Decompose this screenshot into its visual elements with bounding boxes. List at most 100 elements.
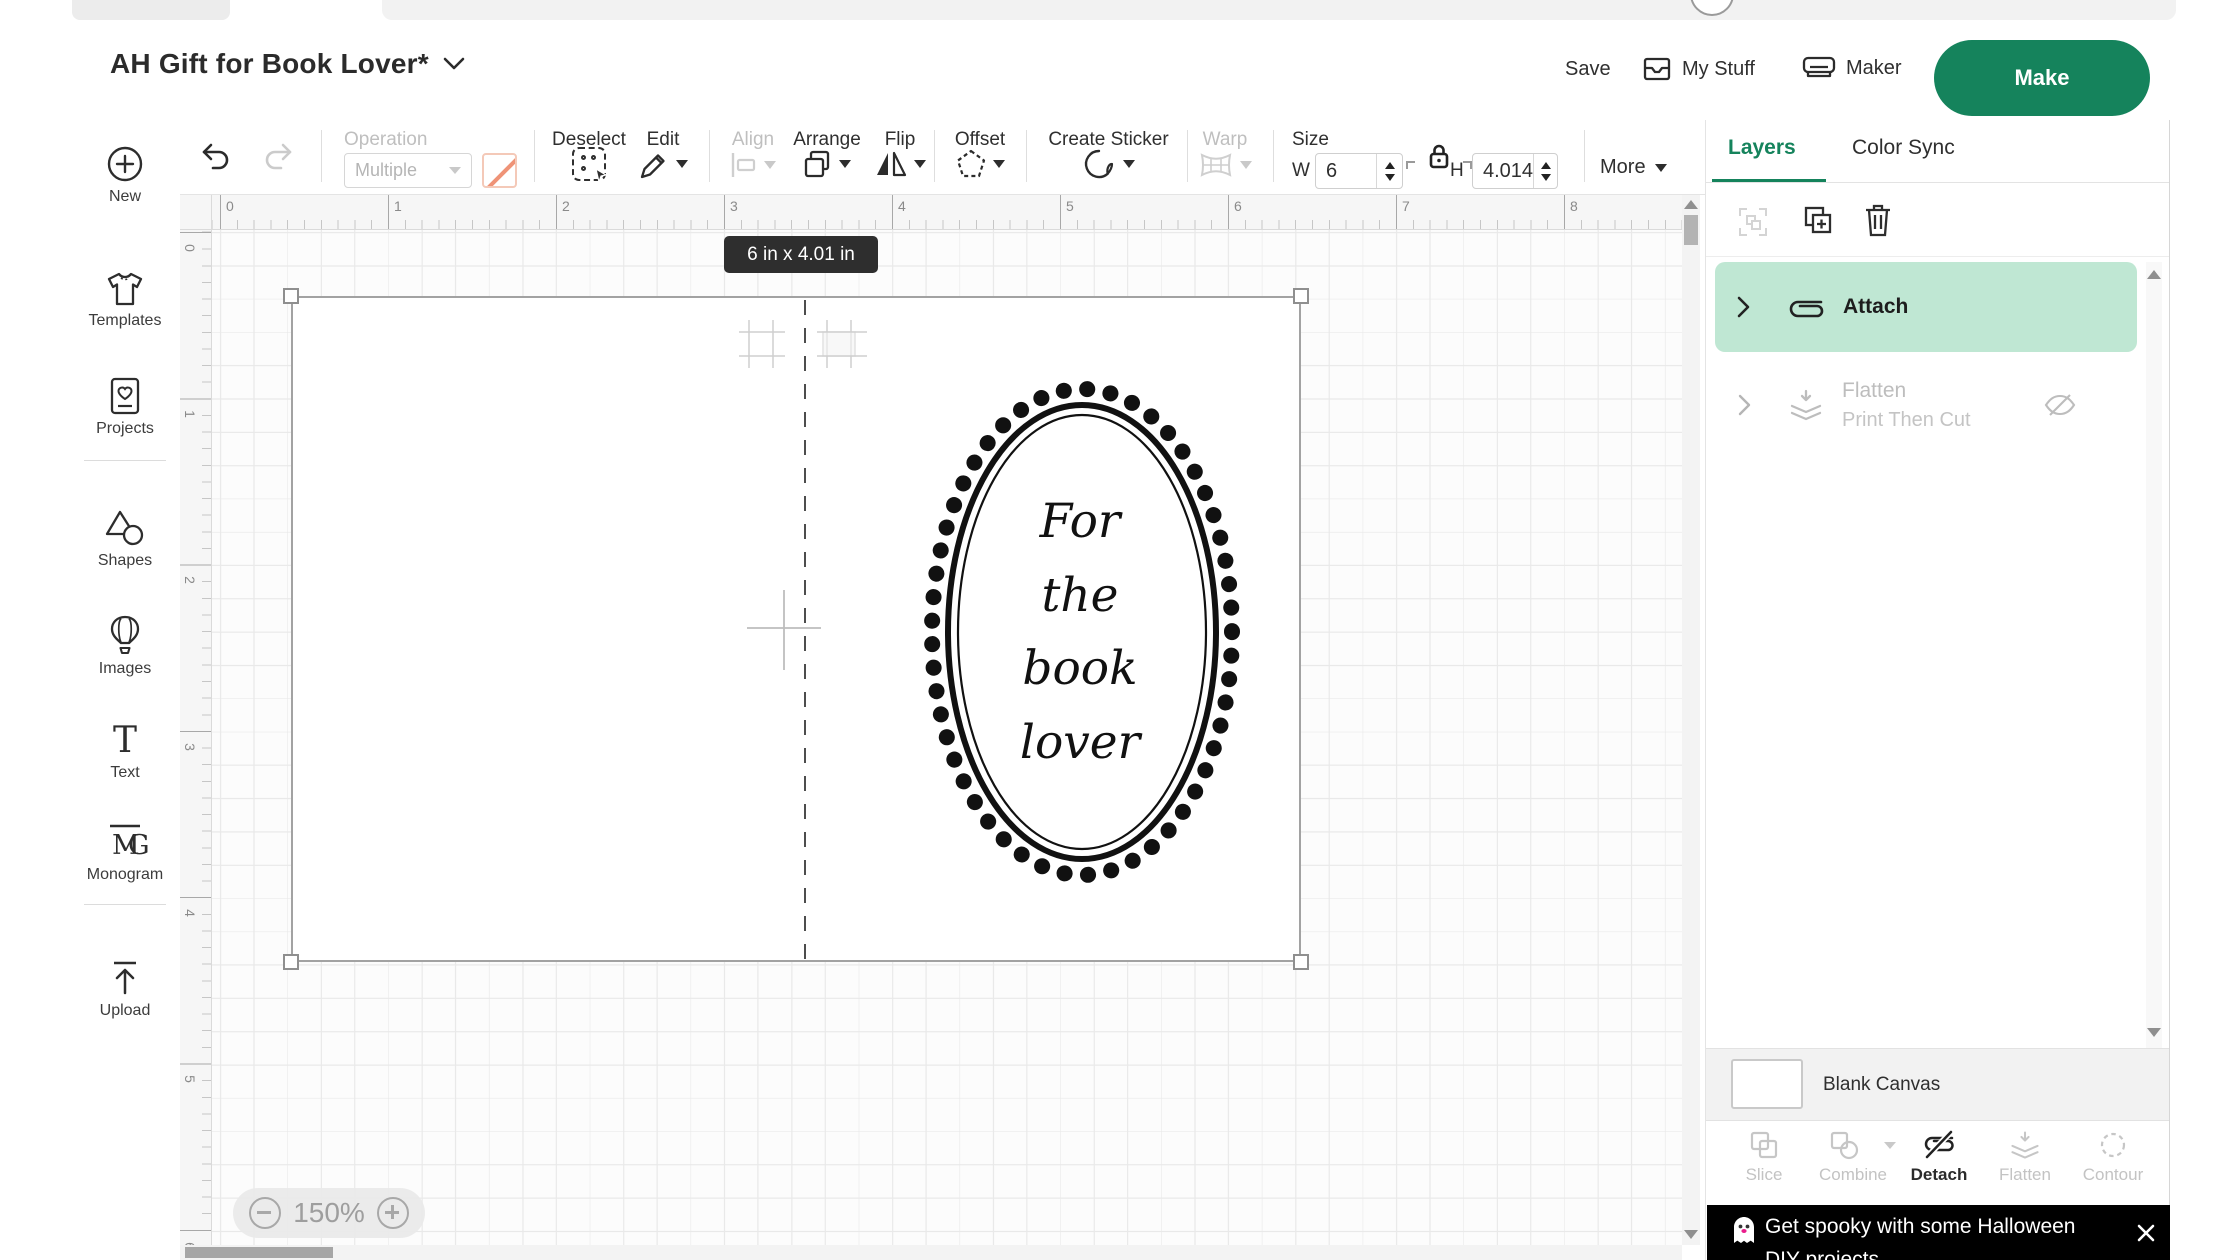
- zoom-in-button[interactable]: [376, 1197, 409, 1229]
- contour-button[interactable]: Contour: [2070, 1129, 2156, 1185]
- svg-text:G: G: [128, 830, 148, 861]
- canvas-horizontal-scrollbar[interactable]: [180, 1245, 1682, 1260]
- operation-select[interactable]: Multiple: [344, 153, 472, 188]
- oval-frame-design[interactable]: For the book lover: [915, 372, 1249, 892]
- operation-label: Operation: [344, 129, 428, 150]
- scroll-down-icon[interactable]: [1684, 1230, 1698, 1239]
- sidebar-item-new[interactable]: New: [70, 144, 180, 206]
- blank-canvas-label: Blank Canvas: [1823, 1074, 1941, 1095]
- selection-handle-bottom-left[interactable]: [283, 954, 299, 970]
- height-stepper[interactable]: [1533, 154, 1557, 188]
- layer-row-attach[interactable]: Attach: [1715, 262, 2137, 352]
- list-scroll-down-icon[interactable]: [2147, 1028, 2161, 1037]
- hidden-eye-icon[interactable]: [2043, 390, 2077, 420]
- create-sticker-button[interactable]: Create Sticker: [1036, 120, 1181, 181]
- page-title: AH Gift for Book Lover*: [110, 48, 429, 79]
- sidebar-item-templates[interactable]: Templates: [70, 270, 180, 330]
- browser-toolbar: [382, 0, 2176, 20]
- deselect-icon: [572, 147, 608, 184]
- toolbar-separator: [1187, 130, 1188, 182]
- layer-actions-bar: Slice Combine Detach Flatten Contour: [1706, 1120, 2169, 1205]
- close-icon[interactable]: [2136, 1223, 2156, 1243]
- chevron-down-icon: [764, 161, 776, 169]
- width-input[interactable]: 6: [1315, 153, 1403, 189]
- slice-icon: [1750, 1131, 1778, 1159]
- upload-icon: [114, 961, 136, 995]
- warp-icon: [1200, 153, 1232, 177]
- selection-handle-top-left[interactable]: [283, 288, 299, 304]
- align-button[interactable]: Align: [720, 120, 786, 178]
- make-button[interactable]: Make: [1934, 40, 2150, 116]
- sidebar-item-shapes[interactable]: Shapes: [70, 508, 180, 570]
- center-crosshair: [747, 590, 821, 670]
- edit-toolbar: Operation Multiple Deselect Edit Align A…: [180, 120, 1705, 195]
- size-tooltip: 6 in x 4.01 in: [724, 236, 878, 273]
- layer-row-flatten[interactable]: Flatten Print Then Cut: [1715, 362, 2137, 448]
- sidebar-item-upload[interactable]: Upload: [70, 958, 180, 1020]
- toolbar-separator: [1273, 130, 1274, 182]
- flatten-button[interactable]: Flatten: [1982, 1129, 2068, 1185]
- selection-handle-bottom-right[interactable]: [1293, 954, 1309, 970]
- chevron-right-icon[interactable]: [1737, 394, 1753, 416]
- app-window: AH Gift for Book Lover* Save My Stuff Ma…: [0, 0, 2240, 1260]
- browser-tab[interactable]: [72, 0, 230, 20]
- deselect-button[interactable]: Deselect: [544, 120, 634, 184]
- height-input[interactable]: 4.014: [1472, 153, 1558, 189]
- slice-button[interactable]: Slice: [1721, 1129, 1807, 1185]
- flip-button[interactable]: Flip: [870, 120, 930, 179]
- horizontal-scroll-thumb[interactable]: [185, 1247, 333, 1258]
- canvas-color-swatch[interactable]: [1731, 1059, 1803, 1109]
- redo-button[interactable]: [258, 142, 294, 172]
- group-select-icon[interactable]: [1736, 205, 1770, 239]
- selection-handle-top-right[interactable]: [1293, 288, 1309, 304]
- design-canvas[interactable]: For the book lover 6 in x 4.01 in 150%: [212, 230, 1682, 1245]
- left-sidebar: New Templates Projects Shapes Images T T…: [70, 120, 180, 1260]
- promo-banner[interactable]: Get spooky with some Halloween DIY proje…: [1707, 1205, 2170, 1260]
- machine-icon: [1802, 56, 1836, 78]
- active-tab-underline: [1712, 179, 1826, 182]
- blank-canvas-row[interactable]: Blank Canvas: [1706, 1048, 2169, 1120]
- arrange-icon: [804, 150, 830, 178]
- flatten-icon: [2011, 1131, 2039, 1159]
- color-swatch[interactable]: [482, 153, 517, 188]
- tab-color-sync[interactable]: Color Sync: [1852, 136, 1955, 160]
- arrange-button[interactable]: Arrange: [788, 120, 866, 179]
- sidebar-item-projects[interactable]: Projects: [70, 376, 180, 438]
- selected-design-page[interactable]: For the book lover: [291, 296, 1301, 962]
- warp-button[interactable]: Warp: [1192, 120, 1258, 179]
- duplicate-icon[interactable]: [1801, 203, 1835, 237]
- ghost-icon: [1734, 1217, 1754, 1243]
- sidebar-divider: [84, 460, 166, 461]
- more-button[interactable]: More: [1600, 156, 1667, 179]
- list-scroll-up-icon[interactable]: [2147, 270, 2161, 279]
- my-stuff-button[interactable]: My Stuff: [1642, 55, 1755, 83]
- offset-button[interactable]: Offset: [944, 120, 1016, 180]
- machine-select-maker[interactable]: Maker: [1802, 55, 1902, 81]
- canvas-vertical-scrollbar[interactable]: [1682, 195, 1700, 1245]
- sidebar-item-monogram[interactable]: MG Monogram: [70, 820, 180, 884]
- layers-list-scrollbar[interactable]: [2146, 262, 2162, 1048]
- sidebar-item-images[interactable]: Images: [70, 614, 180, 678]
- trash-icon[interactable]: [1862, 202, 1894, 238]
- chevron-down-icon: [1884, 1141, 1896, 1149]
- edit-button[interactable]: Edit: [633, 120, 693, 180]
- zoom-out-button[interactable]: [249, 1197, 282, 1229]
- scroll-up-icon[interactable]: [1684, 200, 1698, 209]
- save-button[interactable]: Save: [1565, 58, 1611, 81]
- svg-text:the: the: [1042, 568, 1119, 623]
- detach-button[interactable]: Detach: [1896, 1129, 1982, 1185]
- chevron-right-icon[interactable]: [1735, 295, 1753, 319]
- layers-panel: Layers Color Sync Attach Flatten Print T…: [1705, 120, 2170, 1260]
- layers-toolbar: [1706, 183, 2169, 257]
- offset-icon: [956, 149, 986, 178]
- combine-button[interactable]: Combine: [1810, 1129, 1896, 1185]
- tab-layers[interactable]: Layers: [1728, 136, 1796, 160]
- toolbar-separator: [934, 130, 935, 182]
- title-chevron-down-icon[interactable]: [443, 57, 465, 71]
- undo-button[interactable]: [200, 142, 236, 172]
- vertical-scroll-thumb[interactable]: [1684, 215, 1698, 245]
- width-stepper[interactable]: [1376, 154, 1402, 188]
- attach-paperclip-icon: [1789, 300, 1824, 318]
- redo-icon: [265, 143, 292, 170]
- sidebar-item-text[interactable]: T Text: [70, 720, 180, 782]
